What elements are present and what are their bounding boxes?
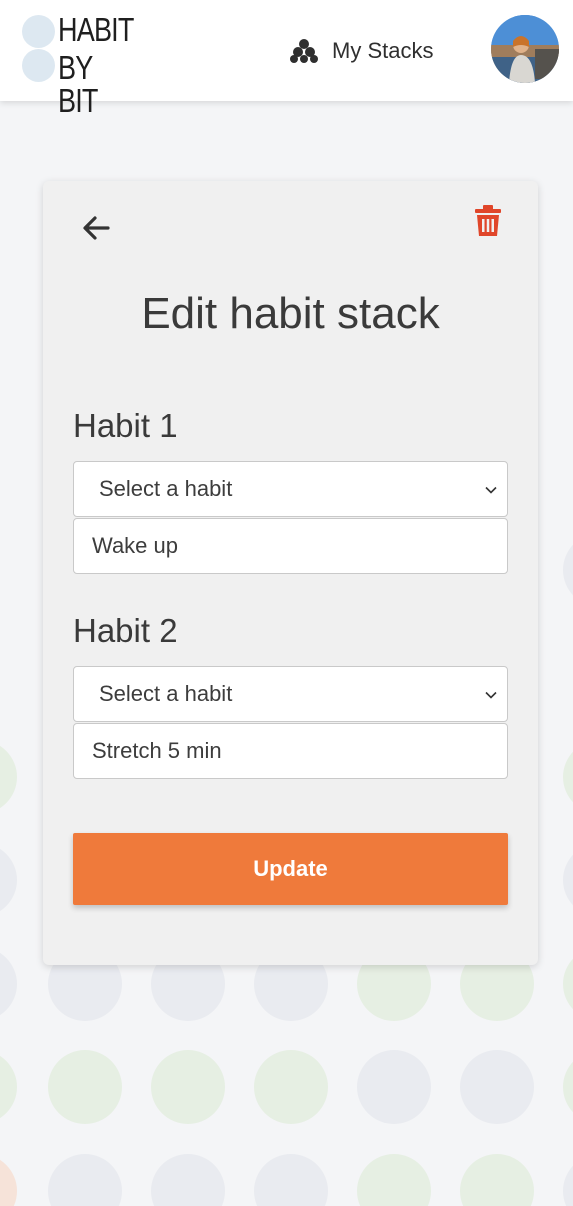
trash-icon <box>475 205 501 236</box>
delete-stack-button[interactable] <box>473 205 503 237</box>
stacks-icon <box>290 38 318 64</box>
app-header: HABIT BY BIT My Stacks <box>0 0 573 117</box>
logo-text-line1: HABIT <box>58 11 134 48</box>
logo-circle-bottom <box>22 49 55 82</box>
habit-1-input[interactable] <box>73 518 508 574</box>
logo-text-line2: BY BIT <box>58 49 98 119</box>
habit-2-input[interactable] <box>73 723 508 779</box>
app-logo[interactable]: HABIT BY BIT <box>22 11 142 117</box>
update-button[interactable]: Update <box>73 833 508 905</box>
avatar-photo-icon <box>491 15 559 83</box>
nav-my-stacks-label: My Stacks <box>332 38 434 63</box>
habit-2-select[interactable]: Select a habit <box>73 666 508 722</box>
page-title: Edit habit stack <box>141 289 440 338</box>
habit-1-label: Habit 1 <box>73 407 178 444</box>
back-button[interactable] <box>79 211 113 245</box>
habit-2-label: Habit 2 <box>73 612 178 649</box>
edit-habit-stack-card: Edit habit stack Habit 1 Select a habit … <box>43 181 538 965</box>
arrow-left-icon <box>83 216 110 240</box>
habit-2-select-value: Select a habit <box>99 681 233 706</box>
chevron-down-icon <box>485 691 497 699</box>
logo-circle-top <box>22 15 55 48</box>
habit-1-select[interactable]: Select a habit <box>73 461 508 517</box>
chevron-down-icon <box>485 486 497 494</box>
user-avatar[interactable] <box>491 15 559 83</box>
nav-my-stacks-link[interactable]: My Stacks <box>290 33 433 69</box>
habit-1-select-value: Select a habit <box>99 476 233 501</box>
